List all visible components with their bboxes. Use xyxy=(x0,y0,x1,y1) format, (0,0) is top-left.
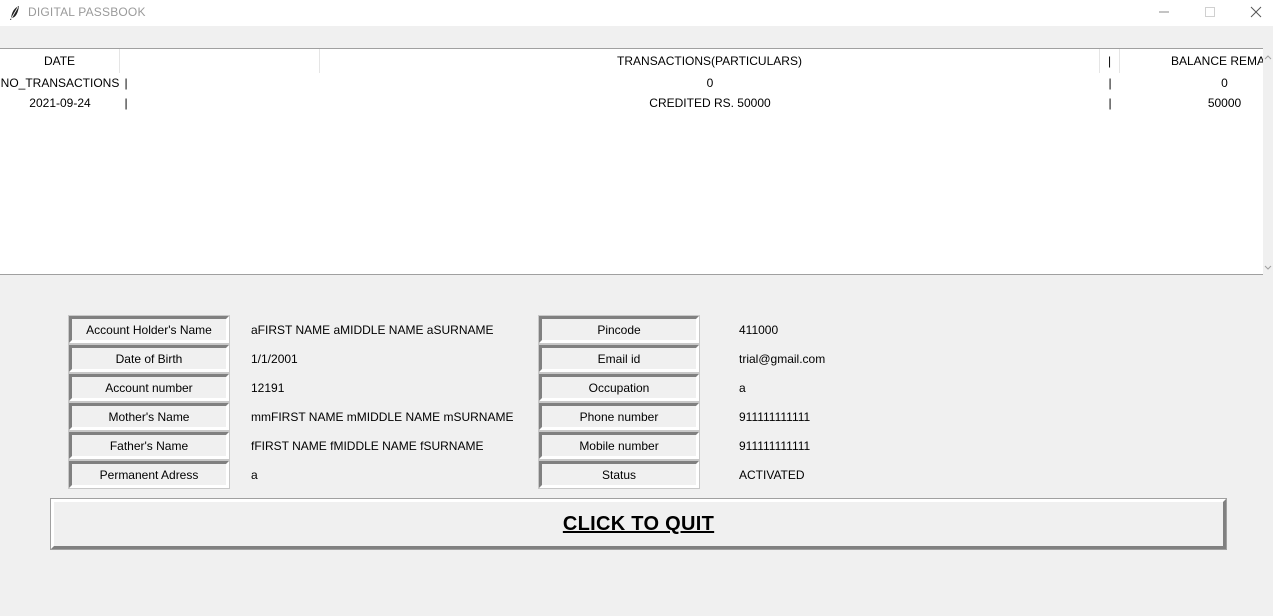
quit-button[interactable]: CLICK TO QUIT xyxy=(50,498,1227,550)
value-status: ACTIVATED xyxy=(739,467,805,482)
value-mothers-name: mmFIRST NAME mMIDDLE NAME mSURNAME xyxy=(251,409,514,424)
label-phone-number: Phone number xyxy=(538,402,700,431)
value-account-number: 12191 xyxy=(251,380,285,395)
label-status: Status xyxy=(538,460,700,489)
cell-date: 2021-09-24 xyxy=(29,96,91,110)
minimize-button[interactable] xyxy=(1141,0,1187,26)
close-icon xyxy=(1250,6,1262,21)
table-row[interactable]: 2021-09-24 | CREDITED RS. 50000 | 50000 xyxy=(0,93,1263,113)
label-pincode: Pincode xyxy=(538,315,700,344)
value-mobile-number: 911111111111 xyxy=(739,438,811,453)
column-header-transactions[interactable]: TRANSACTIONS(PARTICULARS) xyxy=(320,49,1100,73)
cell-balance: 0 xyxy=(1221,76,1228,90)
minimize-icon xyxy=(1158,6,1170,21)
column-header-balance[interactable]: BALANCE REMAI xyxy=(1120,49,1263,73)
value-occupation: a xyxy=(739,380,746,395)
label-permanent-address: Permanent Adress xyxy=(68,460,230,489)
label-fathers-name: Father's Name xyxy=(68,431,230,460)
label-email-id: Email id xyxy=(538,344,700,373)
label-account-number: Account number xyxy=(68,373,230,402)
label-mobile-number: Mobile number xyxy=(538,431,700,460)
maximize-button[interactable] xyxy=(1187,0,1233,26)
column-header-separator[interactable] xyxy=(120,49,320,73)
cell-separator: | xyxy=(124,76,128,90)
transactions-table[interactable]: DATE TRANSACTIONS(PARTICULARS) | BALANCE… xyxy=(0,48,1263,275)
quit-button-label: CLICK TO QUIT xyxy=(562,512,715,535)
chevron-up-icon[interactable] xyxy=(1263,52,1273,62)
passbook-window: DIGITAL PASSBOOK DATE TRANSACTIONS(PARTI… xyxy=(0,0,1273,616)
vertical-scrollbar[interactable] xyxy=(1263,48,1273,275)
label-occupation: Occupation xyxy=(538,373,700,402)
label-mothers-name: Mother's Name xyxy=(68,402,230,431)
value-fathers-name: fFIRST NAME fMIDDLE NAME fSURNAME xyxy=(251,438,484,453)
label-date-of-birth: Date of Birth xyxy=(68,344,230,373)
table-header: DATE TRANSACTIONS(PARTICULARS) | BALANCE… xyxy=(0,49,1263,73)
title-bar[interactable]: DIGITAL PASSBOOK xyxy=(0,0,1273,26)
value-phone-number: 911111111111 xyxy=(739,409,811,424)
cell-balance: 50000 xyxy=(1207,96,1242,110)
column-header-separator[interactable]: | xyxy=(1100,49,1120,73)
table-row[interactable]: NO_TRANSACTIONS | 0 | 0 xyxy=(0,73,1263,93)
value-account-holder-name: aFIRST NAME aMIDDLE NAME aSURNAME xyxy=(251,322,494,337)
cell-date: NO_TRANSACTIONS xyxy=(0,76,120,90)
chevron-down-icon[interactable] xyxy=(1263,261,1273,271)
window-title: DIGITAL PASSBOOK xyxy=(28,5,146,19)
value-email-id: trial@gmail.com xyxy=(739,351,826,366)
cell-separator: | xyxy=(124,96,128,110)
label-account-holder-name: Account Holder's Name xyxy=(68,315,230,344)
close-button[interactable] xyxy=(1233,0,1273,26)
value-permanent-address: a xyxy=(251,467,258,482)
cell-separator: | xyxy=(1108,76,1112,90)
value-date-of-birth: 1/1/2001 xyxy=(251,351,298,366)
column-header-date[interactable]: DATE xyxy=(0,49,120,73)
maximize-icon xyxy=(1204,6,1216,21)
cell-separator: | xyxy=(1108,96,1112,110)
feather-icon xyxy=(8,5,22,21)
value-pincode: 411000 xyxy=(739,322,779,337)
cell-particulars: CREDITED RS. 50000 xyxy=(649,96,771,110)
cell-particulars: 0 xyxy=(706,76,714,90)
